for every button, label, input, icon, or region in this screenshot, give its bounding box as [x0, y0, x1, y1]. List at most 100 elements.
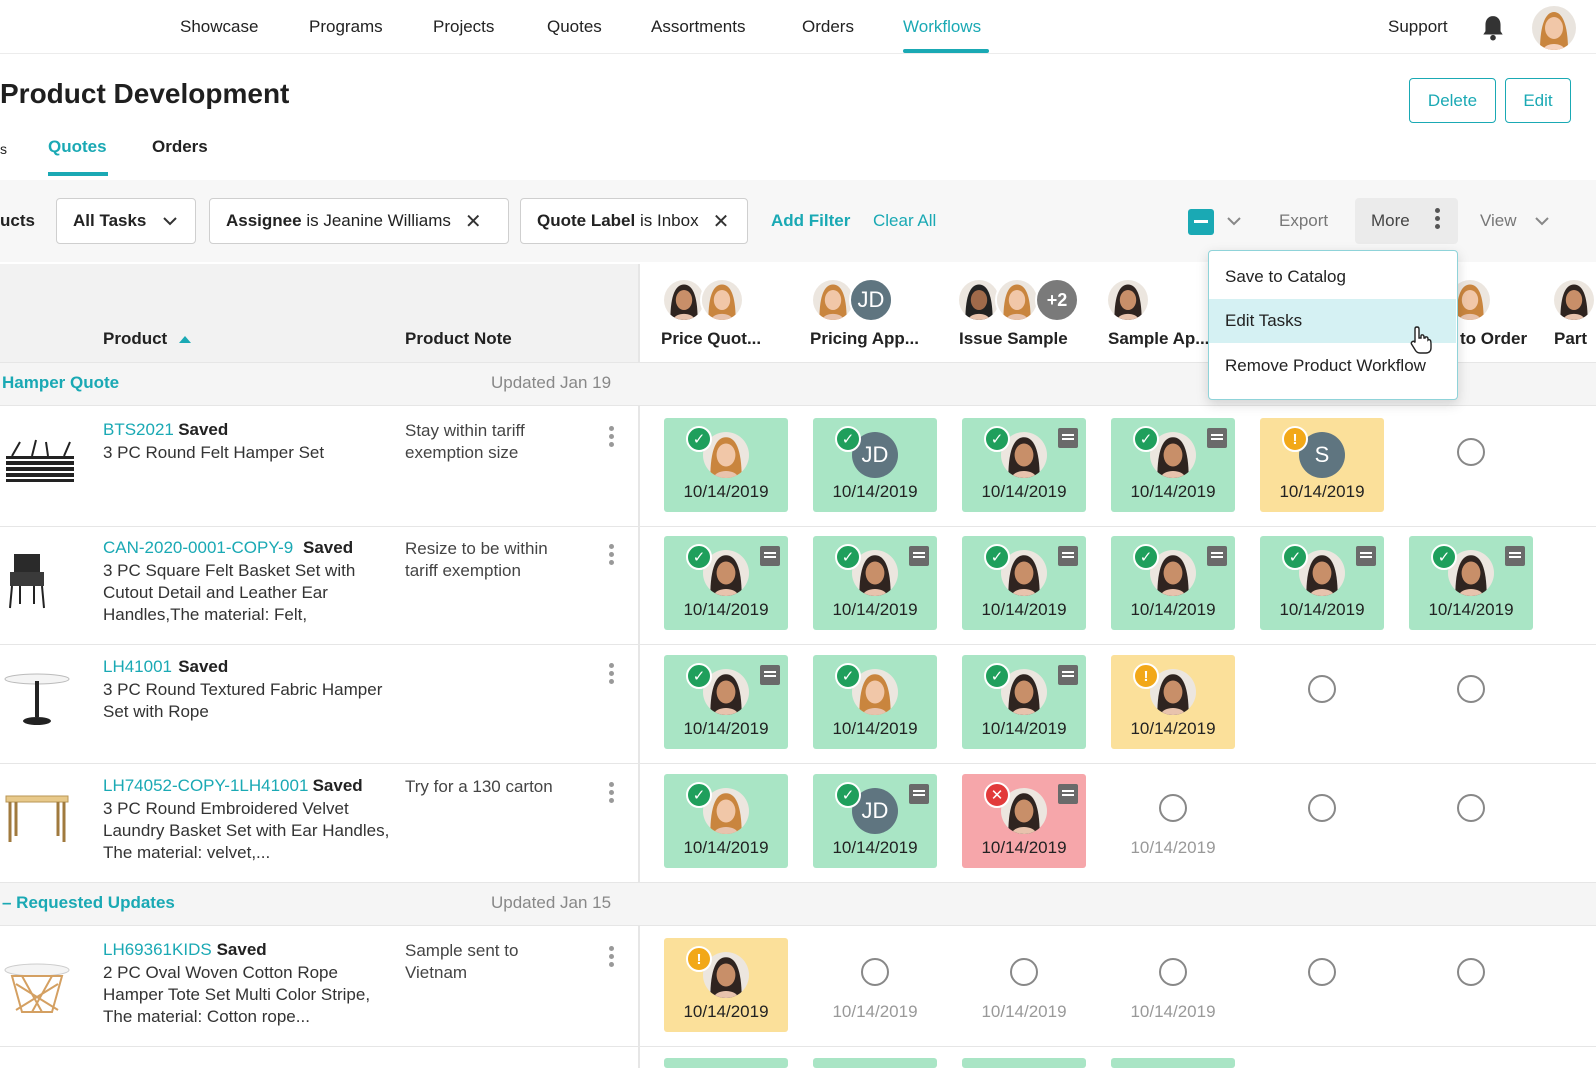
view-button[interactable]: View — [1480, 211, 1517, 231]
task-pending-circle-icon[interactable] — [1010, 958, 1038, 986]
nav-quotes[interactable]: Quotes — [547, 17, 602, 37]
task-pending-circle-icon[interactable] — [861, 958, 889, 986]
task-cell-green[interactable]: ✓ 10/14/2019 — [962, 418, 1086, 512]
group-title[interactable]: – Requested Updates — [2, 893, 175, 913]
menu-item-save-to-catalog[interactable]: Save to Catalog — [1209, 255, 1456, 299]
task-cell-green[interactable]: ✓ 10/14/2019 — [1111, 536, 1235, 630]
row-kebab-icon[interactable] — [609, 946, 615, 970]
product-thumbnail[interactable] — [2, 548, 52, 615]
task-date: 10/14/2019 — [683, 482, 769, 501]
task-cell-green[interactable]: JD ✓ 10/14/2019 — [813, 774, 937, 868]
task-cell-green[interactable]: ✓ 10/14/2019 — [1111, 418, 1235, 512]
more-assignees-badge: +2 — [1035, 278, 1079, 322]
column-product-note[interactable]: Product Note — [405, 329, 512, 349]
task-cell-green[interactable]: ✓ 10/14/2019 — [1409, 536, 1533, 630]
tab-quotes[interactable]: Quotes — [48, 137, 107, 157]
product-note: Stay within tariff exemption size — [405, 421, 525, 462]
nav-projects[interactable]: Projects — [433, 17, 494, 37]
check-icon: ✓ — [984, 426, 1010, 452]
task-cell-red[interactable]: ✕ 10/14/2019 — [962, 774, 1086, 868]
task-pending-circle-icon[interactable] — [1308, 958, 1336, 986]
chevron-down-icon[interactable] — [1226, 216, 1242, 226]
chip-operator: is — [306, 211, 319, 230]
support-link[interactable]: Support — [1388, 17, 1448, 37]
all-tasks-dropdown[interactable]: All Tasks — [56, 198, 196, 244]
warning-icon: ! — [686, 946, 712, 972]
task-cell-green[interactable] — [813, 1058, 937, 1068]
task-date: 10/14/2019 — [981, 482, 1067, 501]
nav-assortments[interactable]: Assortments — [651, 17, 745, 37]
task-column-title[interactable]: Sample Ap... — [1108, 329, 1209, 349]
chip-value: Jeanine Williams — [323, 211, 451, 230]
assignee-filter-chip[interactable]: Assignee is Jeanine Williams ✕ — [209, 198, 509, 244]
task-cell-green[interactable]: ✓ 10/14/2019 — [664, 655, 788, 749]
task-cell-green[interactable]: ✓ 10/14/2019 — [813, 536, 937, 630]
select-all-checkbox[interactable] — [1188, 209, 1214, 235]
task-pending-circle-icon[interactable] — [1159, 794, 1187, 822]
product-sku-link[interactable]: BTS2021 — [103, 420, 174, 440]
task-cell-green[interactable] — [664, 1058, 788, 1068]
task-pending-circle-icon[interactable] — [1308, 675, 1336, 703]
product-thumbnail[interactable] — [2, 667, 72, 734]
task-cell-yellow[interactable]: ! 10/14/2019 — [1111, 655, 1235, 749]
task-column-title[interactable]: to Order — [1460, 329, 1527, 349]
chevron-down-icon[interactable] — [1534, 216, 1550, 226]
product-sku-link[interactable]: LH41001 — [103, 657, 172, 677]
task-cell-green[interactable]: ✓ 10/14/2019 — [813, 655, 937, 749]
task-pending-circle-icon[interactable] — [1457, 675, 1485, 703]
more-button[interactable]: More — [1355, 198, 1458, 244]
clear-all-link[interactable]: Clear All — [873, 211, 936, 231]
row-kebab-icon[interactable] — [609, 544, 615, 568]
kebab-icon — [1435, 208, 1441, 229]
column-product[interactable]: Product — [103, 329, 167, 349]
product-sku-link[interactable]: LH74052-COPY-1LH41001 — [103, 776, 308, 796]
sort-up-icon[interactable] — [178, 335, 192, 344]
bell-icon[interactable] — [1480, 14, 1506, 42]
task-cell-green[interactable]: ✓ 10/14/2019 — [1260, 536, 1384, 630]
task-cell-green[interactable]: ✓ 10/14/2019 — [962, 655, 1086, 749]
group-title[interactable]: Hamper Quote — [2, 373, 119, 393]
task-pending-circle-icon[interactable] — [1457, 794, 1485, 822]
product-thumbnail[interactable] — [2, 786, 72, 851]
task-cell-green[interactable] — [962, 1058, 1086, 1068]
product-sku-link[interactable]: CAN-2020-0001-COPY-9 — [103, 538, 293, 558]
task-date: 10/14/2019 — [683, 719, 769, 738]
task-column-title[interactable]: Part — [1554, 329, 1587, 349]
close-icon[interactable]: ✕ — [713, 209, 730, 234]
export-button[interactable]: Export — [1279, 211, 1328, 231]
task-cell-green[interactable] — [1111, 1058, 1235, 1068]
delete-button[interactable]: Delete — [1409, 78, 1496, 123]
product-sku-link[interactable]: LH69361KIDS — [103, 940, 212, 960]
task-cell-green[interactable]: ✓ 10/14/2019 — [664, 774, 788, 868]
nav-showcase[interactable]: Showcase — [180, 17, 258, 37]
product-thumbnail[interactable] — [2, 430, 78, 495]
task-pending-circle-icon[interactable] — [1159, 958, 1187, 986]
edit-button[interactable]: Edit — [1505, 78, 1571, 123]
task-cell-green[interactable]: ✓ 10/14/2019 — [664, 536, 788, 630]
task-pending-circle-icon[interactable] — [1308, 794, 1336, 822]
group-header-row[interactable] — [0, 882, 1596, 926]
quote-label-filter-chip[interactable]: Quote Label is Inbox ✕ — [520, 198, 748, 244]
task-cell-yellow[interactable]: S! 10/14/2019 — [1260, 418, 1384, 512]
task-cell-green[interactable]: ✓ 10/14/2019 — [962, 536, 1086, 630]
task-column-title[interactable]: Price Quot... — [661, 329, 761, 349]
nav-programs[interactable]: Programs — [309, 17, 383, 37]
task-column-title[interactable]: Issue Sample — [959, 329, 1068, 349]
add-filter-link[interactable]: Add Filter — [771, 211, 850, 231]
row-kebab-icon[interactable] — [609, 782, 615, 806]
task-pending-circle-icon[interactable] — [1457, 958, 1485, 986]
tab-orders[interactable]: Orders — [152, 137, 208, 157]
cut-tab-label[interactable]: s — [0, 141, 7, 157]
task-cell-green[interactable]: ✓ 10/14/2019 — [664, 418, 788, 512]
close-icon[interactable]: ✕ — [465, 209, 482, 234]
product-thumbnail[interactable] — [2, 950, 72, 1025]
nav-workflows[interactable]: Workflows — [903, 17, 981, 37]
task-cell-yellow[interactable]: ! 10/14/2019 — [664, 938, 788, 1032]
task-pending-circle-icon[interactable] — [1457, 438, 1485, 466]
row-kebab-icon[interactable] — [609, 426, 615, 450]
row-kebab-icon[interactable] — [609, 663, 615, 687]
nav-orders[interactable]: Orders — [802, 17, 854, 37]
user-avatar[interactable] — [1532, 6, 1576, 50]
task-cell-green[interactable]: JD ✓ 10/14/2019 — [813, 418, 937, 512]
task-column-title[interactable]: Pricing App... — [810, 329, 919, 349]
